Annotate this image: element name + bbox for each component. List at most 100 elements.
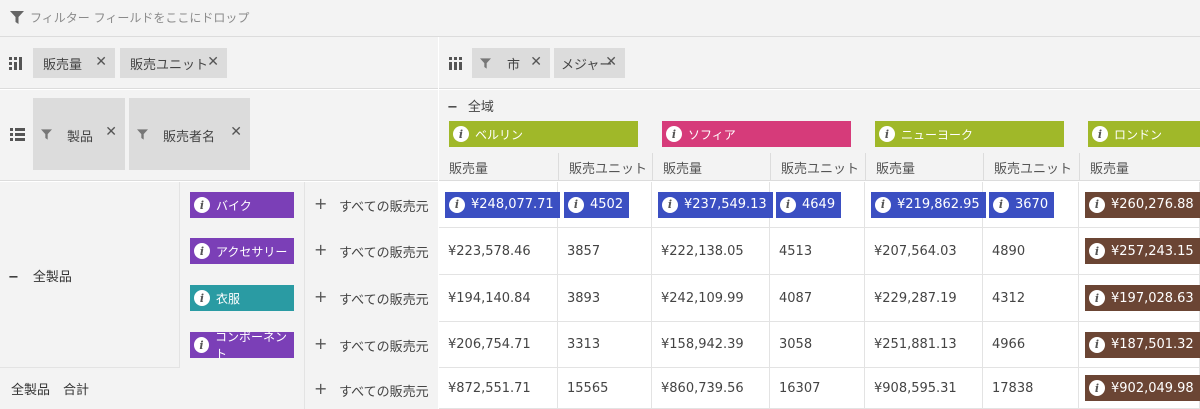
expand-icon[interactable]: + — [314, 379, 327, 398]
expand-icon[interactable]: + — [314, 287, 327, 306]
filter-icon[interactable] — [41, 129, 52, 140]
data-cell[interactable]: i 4649 — [770, 182, 865, 228]
close-icon[interactable]: ✕ — [605, 54, 617, 70]
highlighted-value[interactable]: i ¥902,049.98 — [1085, 375, 1200, 401]
city-header-new-york[interactable]: i ニューヨーク — [875, 121, 1064, 147]
data-cell[interactable]: i ¥197,028.63 — [1079, 275, 1200, 322]
data-cell[interactable]: i ¥248,077.71 — [439, 182, 560, 228]
info-icon[interactable]: i — [194, 290, 210, 306]
product-chip-bike[interactable]: i バイク — [190, 192, 294, 218]
expand-icon[interactable]: + — [314, 334, 327, 353]
collapse-icon[interactable]: − — [8, 270, 19, 285]
info-icon[interactable]: i — [449, 196, 465, 213]
expand-icon[interactable]: + — [314, 194, 327, 213]
city-header-sofia[interactable]: i ソフィア — [662, 121, 851, 147]
product-chip-components[interactable]: i コンポーネント — [190, 330, 294, 361]
info-icon[interactable]: i — [780, 196, 796, 213]
data-cell[interactable]: 4966 — [983, 322, 1079, 368]
data-cell[interactable]: ¥222,138.05 — [652, 228, 770, 275]
highlighted-value[interactable]: i 3670 — [989, 191, 1055, 218]
data-cell[interactable]: 4890 — [983, 228, 1079, 275]
measure-header[interactable]: 販売ユニット — [770, 153, 865, 181]
data-cell[interactable]: i ¥187,501.32 — [1079, 322, 1200, 368]
info-icon[interactable]: i — [568, 196, 584, 213]
data-cell[interactable]: ¥242,109.99 — [652, 275, 770, 322]
data-cell[interactable]: ¥223,578.46 — [439, 228, 558, 275]
data-cell[interactable]: ¥194,140.84 — [439, 275, 558, 322]
data-cell[interactable]: 3857 — [558, 228, 652, 275]
info-icon[interactable]: i — [194, 243, 210, 259]
close-icon[interactable]: ✕ — [95, 54, 107, 70]
highlighted-value[interactable]: i 4649 — [776, 191, 842, 218]
data-cell[interactable]: i ¥257,243.15 — [1079, 228, 1200, 275]
highlighted-value[interactable]: i ¥197,028.63 — [1085, 285, 1200, 311]
column-root-header[interactable]: − 全域 — [447, 96, 494, 115]
info-icon[interactable]: i — [194, 337, 210, 353]
data-cell[interactable]: ¥872,551.71 — [439, 368, 558, 409]
data-cell[interactable]: ¥206,754.71 — [439, 322, 558, 368]
filter-icon[interactable] — [480, 57, 491, 69]
data-cell[interactable]: 17838 — [983, 368, 1079, 409]
highlighted-value[interactable]: i ¥187,501.32 — [1085, 331, 1200, 358]
column-fields-area[interactable]: 市 ✕ メジャー ✕ — [439, 37, 1200, 89]
info-icon[interactable]: i — [1089, 290, 1105, 306]
close-icon[interactable]: ✕ — [530, 54, 542, 70]
filter-drop-area[interactable]: フィルター フィールドをここにドロップ — [0, 0, 1200, 37]
row-root-header[interactable]: − 全製品 — [8, 266, 72, 285]
data-cell[interactable]: i 3670 — [983, 182, 1079, 228]
data-cell[interactable]: 3058 — [770, 322, 865, 368]
info-icon[interactable]: i — [879, 126, 895, 142]
info-icon[interactable]: i — [1089, 243, 1105, 259]
measure-header[interactable]: 販売量 — [1079, 153, 1200, 181]
close-icon[interactable]: ✕ — [230, 124, 242, 140]
measure-header[interactable]: 販売量 — [865, 153, 983, 181]
measure-header[interactable]: 販売量 — [439, 153, 558, 181]
info-icon[interactable]: i — [993, 196, 1009, 213]
data-fields-area[interactable]: 販売量 ✕ 販売ユニット ✕ — [0, 37, 438, 89]
product-chip-accessories[interactable]: i アクセサリー — [190, 238, 294, 264]
chip-sales-amount[interactable]: 販売量 ✕ — [33, 48, 115, 78]
data-cell[interactable]: i ¥219,862.95 — [865, 182, 986, 228]
data-cell[interactable]: 3893 — [558, 275, 652, 322]
collapse-icon[interactable]: − — [447, 100, 458, 115]
highlighted-value[interactable]: i ¥248,077.71 — [445, 191, 560, 218]
data-cell[interactable]: 3313 — [558, 322, 652, 368]
measure-header[interactable]: 販売ユニット — [558, 153, 652, 181]
data-cell[interactable]: i 4502 — [558, 182, 652, 228]
info-icon[interactable]: i — [194, 197, 210, 213]
expand-icon[interactable]: + — [314, 240, 327, 259]
info-icon[interactable]: i — [1089, 196, 1105, 213]
highlighted-value[interactable]: i ¥257,243.15 — [1085, 238, 1200, 264]
data-cell[interactable]: ¥251,881.13 — [865, 322, 983, 368]
data-cell[interactable]: 4087 — [770, 275, 865, 322]
data-cell[interactable]: ¥158,942.39 — [652, 322, 770, 368]
chip-seller[interactable]: 販売者名 ✕ — [129, 98, 250, 170]
row-group-all-products[interactable]: − 全製品 — [0, 182, 180, 368]
highlighted-value[interactable]: i ¥260,276.88 — [1085, 191, 1200, 218]
data-cell[interactable]: i ¥902,049.98 — [1079, 368, 1200, 409]
highlighted-value[interactable]: i 4502 — [564, 191, 630, 218]
chip-sales-units[interactable]: 販売ユニット ✕ — [120, 48, 227, 78]
data-cell[interactable]: 15565 — [558, 368, 652, 409]
measure-header[interactable]: 販売ユニット — [983, 153, 1079, 181]
city-header-london[interactable]: i ロンドン — [1088, 121, 1200, 147]
city-header-berlin[interactable]: i ベルリン — [449, 121, 638, 147]
measure-header[interactable]: 販売量 — [652, 153, 770, 181]
data-cell[interactable]: ¥229,287.19 — [865, 275, 983, 322]
info-icon[interactable]: i — [662, 196, 678, 213]
info-icon[interactable]: i — [1092, 126, 1108, 142]
info-icon[interactable]: i — [666, 126, 682, 142]
filter-icon[interactable] — [137, 129, 148, 140]
info-icon[interactable]: i — [1089, 380, 1105, 396]
close-icon[interactable]: ✕ — [207, 54, 219, 70]
info-icon[interactable]: i — [1089, 336, 1105, 353]
info-icon[interactable]: i — [875, 196, 891, 213]
product-chip-clothing[interactable]: i 衣服 — [190, 285, 294, 311]
data-cell[interactable]: ¥908,595.31 — [865, 368, 983, 409]
info-icon[interactable]: i — [453, 126, 469, 142]
highlighted-value[interactable]: i ¥237,549.13 — [658, 191, 773, 218]
data-cell[interactable]: ¥860,739.56 — [652, 368, 770, 409]
chip-city[interactable]: 市 ✕ — [472, 48, 550, 78]
row-fields-area[interactable]: 製品 ✕ 販売者名 ✕ — [0, 90, 438, 181]
data-cell[interactable]: 16307 — [770, 368, 865, 409]
